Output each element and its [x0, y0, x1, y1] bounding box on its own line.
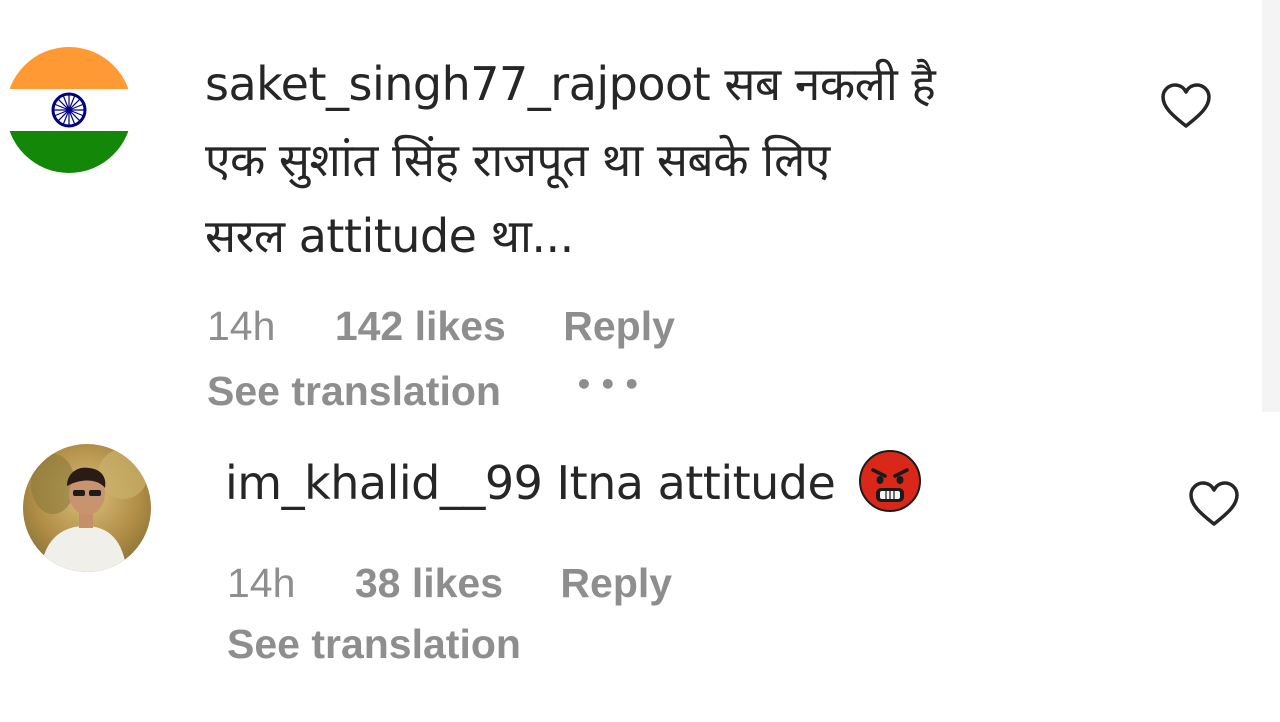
- comment-likes[interactable]: 38 likes: [355, 559, 503, 607]
- comment-item: saket_singh77_rajpoot सब नकली है एक सुशा…: [0, 0, 1262, 415]
- comment-meta: 14h 38 likes Reply: [227, 559, 672, 607]
- reply-button[interactable]: Reply: [563, 302, 675, 350]
- comment-translation-row: See translation: [207, 367, 501, 415]
- comment-meta: 14h 142 likes Reply: [207, 302, 675, 350]
- india-flag-avatar[interactable]: [6, 47, 132, 173]
- user-photo-icon: [23, 444, 151, 572]
- user-photo-avatar[interactable]: [23, 444, 151, 572]
- comment-item: im_khalid__99 Itna attitude 14h 38 likes: [0, 412, 1280, 722]
- comment-body: im_khalid__99 Itna attitude: [225, 445, 1125, 521]
- comment-translation-row: See translation: [227, 620, 521, 668]
- comment-text-line: सरल attitude था...: [205, 209, 574, 263]
- india-flag-icon: [6, 47, 132, 173]
- comment-time: 14h: [227, 560, 296, 606]
- heart-outline-icon[interactable]: [1188, 480, 1240, 528]
- comment-username[interactable]: saket_singh77_rajpoot: [205, 57, 711, 111]
- comment-body: saket_singh77_rajpoot सब नकली है एक सुशा…: [205, 46, 1135, 274]
- angry-face-emoji: [859, 449, 922, 512]
- heart-outline-icon[interactable]: [1160, 82, 1212, 130]
- see-translation-button[interactable]: See translation: [227, 620, 521, 668]
- comment-text-line: सब नकली है: [724, 57, 936, 111]
- reply-button[interactable]: Reply: [560, 559, 672, 607]
- comment-username[interactable]: im_khalid__99: [225, 456, 543, 510]
- comments-panel: saket_singh77_rajpoot सब नकली है एक सुशा…: [0, 0, 1280, 722]
- comment-text-line: Itna attitude: [556, 456, 836, 510]
- comment-text-line: एक सुशांत सिंह राजपूत था सबके लिए: [205, 133, 830, 187]
- scrollbar-track[interactable]: [1262, 0, 1280, 412]
- comment-time: 14h: [207, 303, 276, 349]
- more-options-icon[interactable]: •••: [575, 368, 647, 401]
- comment-likes[interactable]: 142 likes: [335, 302, 506, 350]
- see-translation-button[interactable]: See translation: [207, 367, 501, 415]
